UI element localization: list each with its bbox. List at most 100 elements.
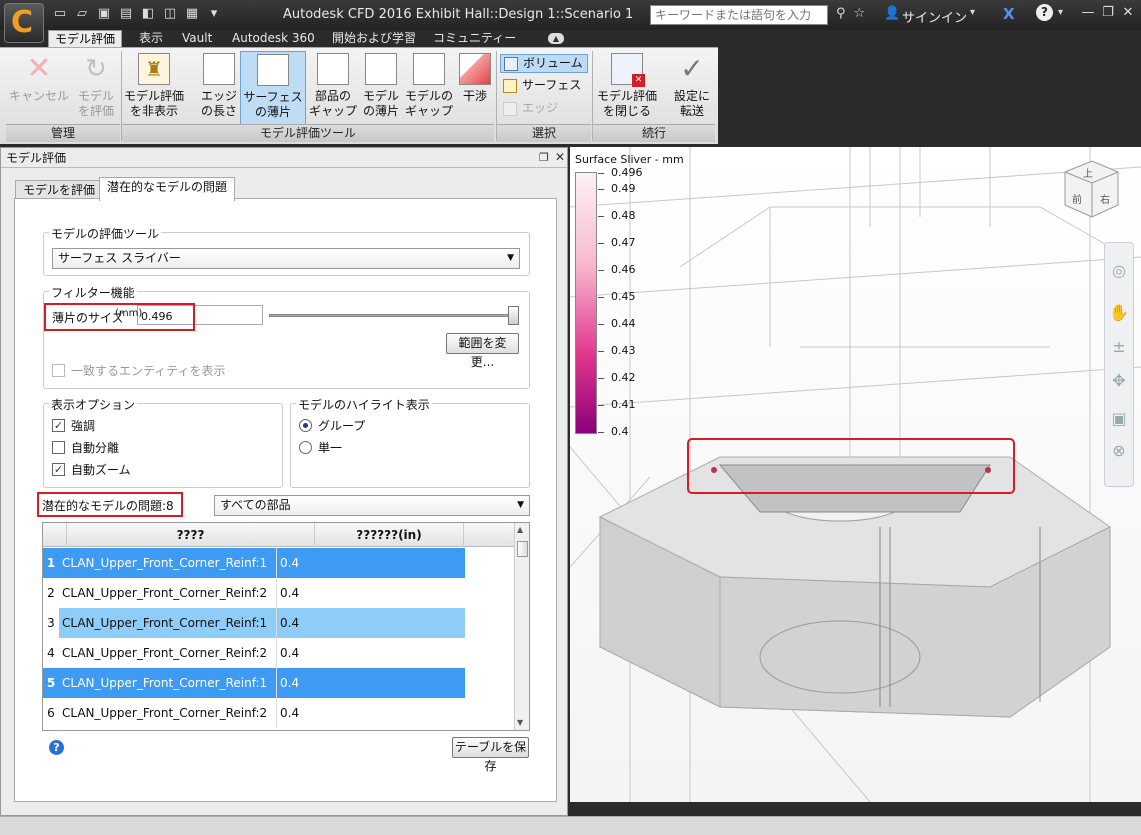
tab-model-assessment[interactable]: モデル評価: [48, 30, 123, 47]
window-title: Autodesk CFD 2016 Exhibit Hall::Design 1…: [283, 7, 634, 22]
parts-filter-dropdown[interactable]: すべての部品 ▼: [214, 495, 530, 516]
table-scrollbar[interactable]: ▲ ▼: [514, 523, 529, 730]
restore-button[interactable]: ❐: [1098, 5, 1118, 23]
select-volume-button[interactable]: ボリューム: [500, 54, 588, 73]
search-input[interactable]: [650, 5, 828, 25]
application-menu-button[interactable]: C: [4, 3, 44, 43]
signin-dropdown-icon[interactable]: ▾: [970, 7, 975, 18]
edge-length-icon: [203, 53, 235, 85]
interference-button[interactable]: 干渉: [457, 53, 493, 104]
help-icon[interactable]: ?: [49, 740, 64, 755]
scroll-thumb[interactable]: [517, 541, 528, 557]
viewcube-right-label: 右: [1100, 195, 1110, 206]
tab-view[interactable]: 表示: [133, 30, 169, 47]
model-sliver-button[interactable]: モデル の薄片: [360, 53, 402, 119]
star-icon[interactable]: ☆: [854, 6, 866, 21]
new-icon[interactable]: ▭: [52, 6, 68, 22]
undock-icon[interactable]: ❐: [539, 151, 549, 164]
view-icon[interactable]: ◫: [162, 6, 178, 22]
legend-label: 0.47: [611, 236, 636, 250]
evaluate-model-button[interactable]: ↻ モデル を評価: [72, 53, 120, 119]
sliver-size-cell: 0.4: [277, 668, 465, 698]
save-as-icon[interactable]: ▤: [118, 6, 134, 22]
cancel-button[interactable]: ✕ キャンセル: [6, 53, 72, 104]
highlight-group-radio[interactable]: グループ: [299, 419, 365, 433]
show-matching-checkbox[interactable]: 一致するエンティティを表示: [52, 364, 226, 378]
edge-length-button[interactable]: エッジ の長さ: [197, 53, 241, 119]
orbit-icon[interactable]: ✥: [1105, 371, 1133, 390]
auto-zoom-checkbox[interactable]: ✓ 自動ズーム: [52, 463, 131, 477]
edge-icon: [503, 102, 517, 116]
scroll-up-icon[interactable]: ▲: [517, 525, 523, 534]
pan-hand-icon[interactable]: ✋: [1105, 303, 1133, 322]
panel-label-select: 選択: [497, 124, 591, 142]
close-panel-icon[interactable]: ✕: [555, 150, 565, 164]
sliver-size-slider-handle[interactable]: [508, 306, 519, 325]
part-gap-button[interactable]: 部品の ギャップ: [309, 53, 357, 119]
table-row[interactable]: 2 CLAN_Upper_Front_Corner_Reinf:2 0.4: [43, 578, 514, 608]
save-table-button[interactable]: テーブルを保存: [452, 737, 529, 773]
hide-model-assessment-button[interactable]: ♜ モデル評価 を非表示: [122, 53, 186, 119]
close-model-assessment-button[interactable]: ✕ モデル評価 を閉じる: [594, 53, 660, 119]
legend-tick: [598, 351, 604, 353]
close-window-button[interactable]: ✕: [1118, 5, 1138, 23]
close-assessment-icon: ✕: [611, 53, 645, 87]
column-header-size[interactable]: ??????(in): [315, 523, 464, 547]
table-row[interactable]: 6 CLAN_Upper_Front_Corner_Reinf:2 0.4: [43, 698, 514, 728]
tab-evaluate-model[interactable]: モデルを評価: [15, 180, 104, 200]
save-icon[interactable]: ▣: [96, 6, 112, 22]
change-range-button[interactable]: 範囲を変更...: [446, 333, 519, 369]
tab-autodesk-360[interactable]: Autodesk 360: [226, 30, 321, 47]
exchange-icon[interactable]: X: [1003, 5, 1015, 23]
surface-icon: [503, 79, 517, 93]
scroll-down-icon[interactable]: ▼: [517, 718, 523, 727]
table-row[interactable]: 1 CLAN_Upper_Front_Corner_Reinf:1 0.4: [43, 548, 514, 578]
binoculars-icon[interactable]: ⚲: [836, 6, 846, 21]
tab-community[interactable]: コミュニティー: [427, 30, 522, 47]
legend-label: 0.41: [611, 398, 636, 412]
legend-label: 0.49: [611, 182, 636, 196]
help-dropdown-icon[interactable]: ▾: [1058, 7, 1063, 18]
highlight-single-radio[interactable]: 単一: [299, 441, 342, 455]
legend-tick: [598, 432, 604, 433]
ribbon-tab-bar: モデル評価 表示 Vault Autodesk 360 開始および学習 コミュニ…: [0, 30, 1141, 47]
transfer-to-setup-button[interactable]: ✓ 設定に 転送: [668, 53, 716, 119]
eval-tool-dropdown[interactable]: サーフェス スライバー ▼: [52, 248, 520, 269]
emphasis-checkbox[interactable]: ✓ 強調: [52, 419, 95, 433]
help-icon[interactable]: ?: [1036, 4, 1053, 21]
table-row[interactable]: 4 CLAN_Upper_Front_Corner_Reinf:2 0.4: [43, 638, 514, 668]
column-header-name[interactable]: ????: [67, 523, 315, 547]
legend-tick: [598, 405, 604, 407]
cancel-x-icon: ✕: [26, 51, 52, 86]
look-at-icon[interactable]: ▣: [1105, 409, 1133, 428]
sliver-size-slider-track[interactable]: [269, 314, 519, 317]
open-icon[interactable]: ▱: [74, 6, 90, 22]
model-gap-button[interactable]: モデルの ギャップ: [404, 53, 454, 119]
surface-sliver-button[interactable]: サーフェス の薄片: [240, 51, 306, 125]
legend-label: 0.45: [611, 290, 636, 304]
launch-cad-icon[interactable]: ◧: [140, 6, 156, 22]
row-number: 6: [47, 706, 55, 720]
filter-group-title: フィルター機能: [49, 284, 137, 301]
auto-isolate-checkbox[interactable]: 自動分離: [52, 441, 119, 455]
tab-potential-issues[interactable]: 潜在的なモデルの問題: [99, 177, 236, 201]
tab-getting-started[interactable]: 開始および学習: [326, 30, 422, 47]
select-surface-button[interactable]: サーフェス: [500, 77, 588, 96]
tab-vault[interactable]: Vault: [176, 30, 218, 47]
report-icon[interactable]: ▦: [184, 6, 200, 22]
full-navigation-icon[interactable]: ⊗: [1105, 441, 1133, 460]
table-row[interactable]: 5 CLAN_Upper_Front_Corner_Reinf:1 0.4: [43, 668, 514, 698]
surface-sliver-icon: [257, 54, 289, 86]
select-edge-button[interactable]: エッジ: [500, 100, 588, 119]
signin-button[interactable]: サインイン: [902, 7, 967, 26]
minimize-button[interactable]: —: [1078, 5, 1098, 23]
part-name-cell: CLAN_Upper_Front_Corner_Reinf:2: [59, 638, 277, 668]
steering-wheel-icon[interactable]: ◎: [1105, 261, 1133, 280]
graphics-viewport[interactable]: 上 前 右 Surface Sliver - mm 0.496 0.49 0.48 0…: [570, 147, 1141, 802]
navigation-bar: ◎ ✋ ± ✥ ▣ ⊗: [1104, 242, 1134, 487]
legend-label: 0.48: [611, 209, 636, 223]
customize-qat-icon[interactable]: ▾: [206, 6, 222, 22]
table-row[interactable]: 3 CLAN_Upper_Front_Corner_Reinf:1 0.4: [43, 608, 514, 638]
ribbon-minimize-icon[interactable]: ▲: [548, 33, 564, 44]
zoom-icon[interactable]: ±: [1105, 337, 1133, 356]
